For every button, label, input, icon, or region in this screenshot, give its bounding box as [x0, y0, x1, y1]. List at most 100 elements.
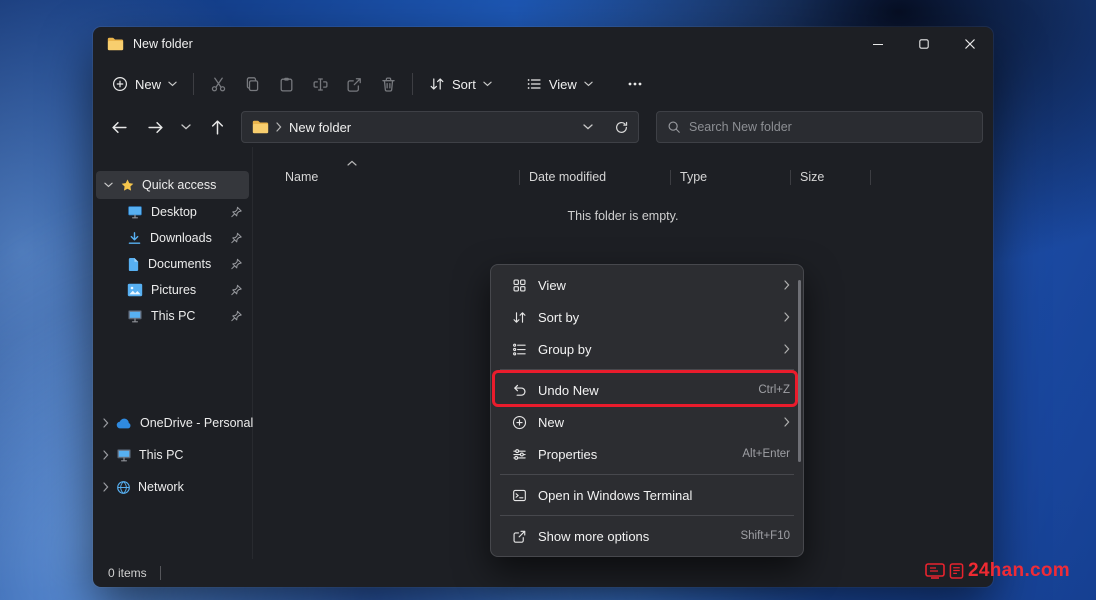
window-controls	[855, 27, 993, 61]
pin-icon	[230, 206, 243, 219]
maximize-button[interactable]	[901, 27, 947, 61]
menu-separator	[500, 474, 794, 475]
status-bar: 0 items	[93, 559, 993, 587]
address-dropdown-button[interactable]	[575, 114, 601, 140]
sidebar-item-network[interactable]: Network	[93, 471, 252, 503]
sidebar-item-label: Downloads	[150, 231, 212, 245]
search-box[interactable]	[656, 111, 983, 143]
sort-arrows-icon	[429, 76, 445, 92]
menu-item-properties[interactable]: Properties Alt+Enter	[491, 438, 803, 470]
new-button-label: New	[135, 77, 161, 92]
copy-button[interactable]	[235, 67, 269, 101]
view-list-icon	[526, 76, 542, 92]
watermark: 24han.com	[925, 560, 1070, 582]
new-button[interactable]: New	[103, 69, 186, 99]
refresh-button[interactable]	[608, 114, 634, 140]
documents-icon	[127, 257, 140, 272]
maximize-icon	[919, 39, 929, 49]
sidebar-item-downloads[interactable]: Downloads	[93, 225, 252, 251]
column-divider[interactable]	[670, 170, 671, 185]
menu-item-label: Sort by	[538, 310, 773, 325]
terminal-icon	[511, 488, 527, 503]
pin-icon	[230, 284, 243, 297]
sidebar-item-documents[interactable]: Documents	[93, 251, 252, 277]
search-input[interactable]	[689, 120, 972, 134]
rename-icon	[312, 76, 329, 93]
up-button[interactable]	[201, 111, 233, 143]
chevron-right-icon[interactable]	[103, 418, 109, 428]
back-button[interactable]	[103, 111, 135, 143]
arrow-left-icon	[111, 119, 128, 136]
sidebar-item-this-pc-pinned[interactable]: This PC	[93, 303, 252, 329]
column-header-date-modified[interactable]: Date modified	[529, 170, 606, 184]
column-header-size[interactable]: Size	[800, 170, 824, 184]
rename-button[interactable]	[303, 67, 337, 101]
close-button[interactable]	[947, 27, 993, 61]
cut-button[interactable]	[201, 67, 235, 101]
watermark-tablet-icon	[949, 562, 964, 580]
column-header-name[interactable]: Name	[285, 170, 318, 184]
see-more-button[interactable]	[618, 67, 652, 101]
column-divider[interactable]	[790, 170, 791, 185]
paste-button[interactable]	[269, 67, 303, 101]
sidebar-item-this-pc[interactable]: This PC	[93, 439, 252, 471]
column-headers: Name Date modified Type Size	[261, 165, 987, 191]
arrow-up-icon	[209, 119, 226, 136]
menu-item-shortcut: Ctrl+Z	[758, 384, 790, 396]
menu-item-label: Show more options	[538, 529, 729, 544]
pin-icon	[230, 310, 243, 323]
context-menu: View Sort by Group by Undo New Ctrl+Z Ne…	[490, 264, 804, 557]
watermark-device-icon	[925, 562, 945, 580]
column-divider[interactable]	[870, 170, 871, 185]
empty-folder-message: This folder is empty.	[253, 209, 993, 223]
chevron-down-icon	[104, 182, 113, 188]
sidebar-item-label: Quick access	[142, 178, 216, 192]
pc-icon	[127, 308, 143, 324]
menu-item-new[interactable]: New	[491, 406, 803, 438]
close-icon	[965, 39, 975, 49]
breadcrumb[interactable]: New folder	[289, 120, 351, 135]
menu-item-label: New	[538, 415, 773, 430]
view-button-label: View	[549, 77, 577, 92]
chevron-down-icon	[584, 81, 593, 87]
sort-button[interactable]: Sort	[420, 69, 501, 99]
network-globe-icon	[116, 480, 131, 495]
grid-icon	[511, 278, 527, 293]
menu-item-show-more-options[interactable]: Show more options Shift+F10	[491, 520, 803, 552]
toolbar-separator	[412, 73, 413, 95]
sidebar-item-onedrive[interactable]: OneDrive - Personal	[93, 407, 252, 439]
menu-separator	[500, 515, 794, 516]
forward-button[interactable]	[139, 111, 171, 143]
menu-item-undo-new[interactable]: Undo New Ctrl+Z	[491, 374, 803, 406]
sliders-icon	[511, 447, 527, 462]
minimize-button[interactable]	[855, 27, 901, 61]
chevron-right-icon	[784, 312, 790, 322]
menu-item-group-by[interactable]: Group by	[491, 333, 803, 365]
delete-button[interactable]	[371, 67, 405, 101]
chevron-right-icon[interactable]	[103, 450, 109, 460]
sort-ascending-indicator	[347, 160, 357, 166]
ellipsis-icon	[628, 82, 642, 86]
column-divider[interactable]	[519, 170, 520, 185]
share-icon	[346, 76, 363, 93]
sidebar-item-label: OneDrive - Personal	[140, 416, 253, 430]
column-header-type[interactable]: Type	[680, 170, 707, 184]
menu-item-open-in-windows-terminal[interactable]: Open in Windows Terminal	[491, 479, 803, 511]
minimize-icon	[873, 39, 883, 49]
sort-arrows-icon	[511, 310, 527, 325]
sidebar-item-quick-access[interactable]: Quick access	[96, 171, 249, 199]
context-menu-scrollbar[interactable]	[798, 280, 801, 462]
menu-separator	[500, 369, 794, 370]
onedrive-cloud-icon	[116, 418, 133, 429]
desktop-wallpaper: New folder New	[0, 0, 1096, 600]
menu-item-sort-by[interactable]: Sort by	[491, 301, 803, 333]
chevron-right-icon[interactable]	[103, 482, 109, 492]
address-bar[interactable]: New folder	[241, 111, 639, 143]
view-button[interactable]: View	[517, 69, 602, 99]
sidebar-item-pictures[interactable]: Pictures	[93, 277, 252, 303]
menu-item-view[interactable]: View	[491, 269, 803, 301]
watermark-text: 24han.com	[968, 560, 1070, 582]
share-button[interactable]	[337, 67, 371, 101]
recent-locations-button[interactable]	[175, 111, 197, 143]
sidebar-item-desktop[interactable]: Desktop	[93, 199, 252, 225]
